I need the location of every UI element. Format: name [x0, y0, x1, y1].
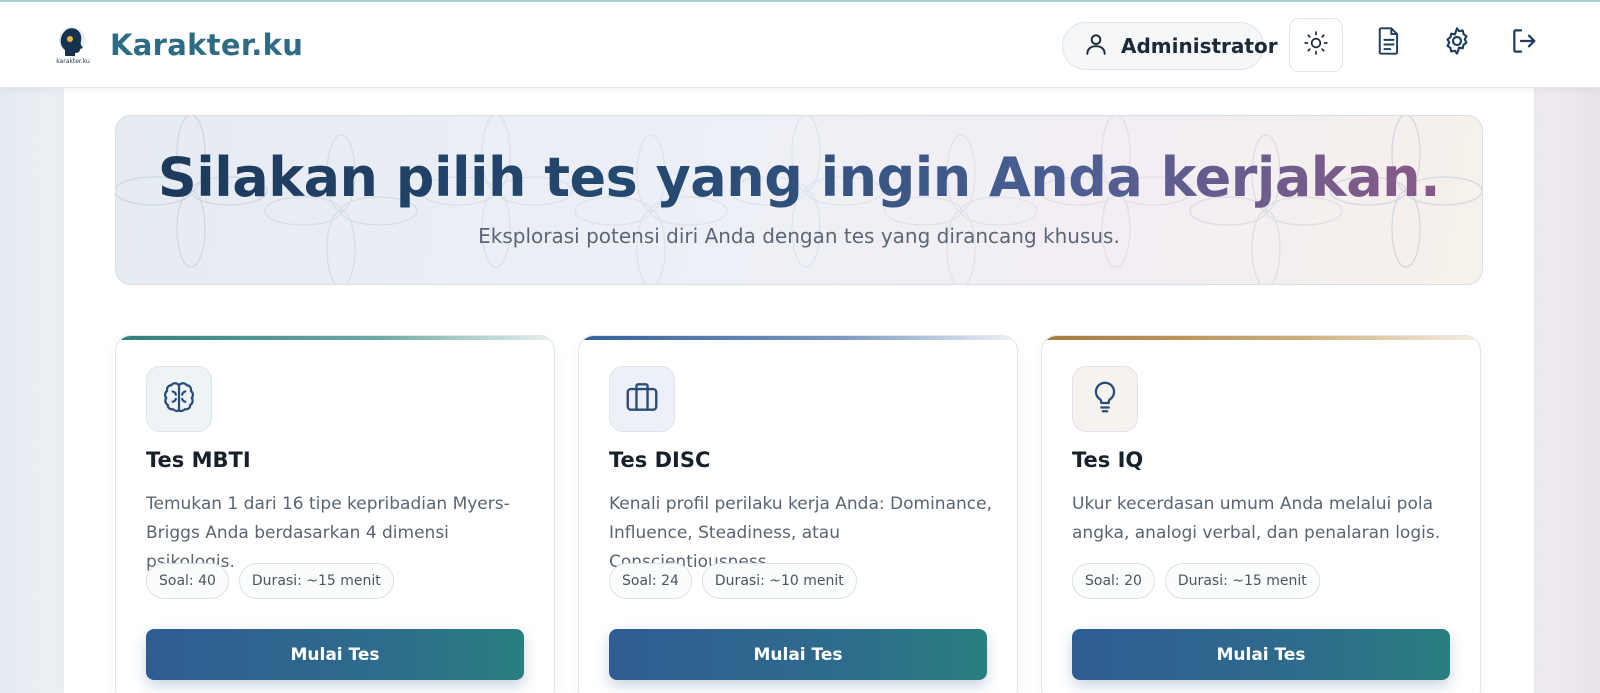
- briefcase-icon: [623, 378, 661, 420]
- settings-button[interactable]: [1440, 26, 1474, 60]
- start-test-button-iq[interactable]: Mulai Tes: [1072, 629, 1450, 680]
- test-card-disc: Tes DISC Kenali profil perilaku kerja An…: [578, 335, 1018, 693]
- card-meta: Soal: 40 Durasi: ~15 menit: [146, 563, 394, 599]
- brain-icon: [160, 378, 198, 420]
- card-title: Tes DISC: [609, 448, 711, 472]
- duration-badge: Durasi: ~10 menit: [701, 563, 857, 599]
- question-count-badge: Soal: 24: [609, 563, 692, 599]
- question-count-badge: Soal: 20: [1072, 563, 1155, 599]
- card-title: Tes IQ: [1072, 448, 1144, 472]
- report-button[interactable]: [1372, 26, 1406, 60]
- logout-icon: [1509, 25, 1541, 61]
- lightbulb-icon: [1087, 378, 1123, 420]
- card-description: Ukur kecerdasan umum Anda melalui pola a…: [1072, 494, 1441, 543]
- gear-icon: [1441, 25, 1473, 61]
- card-title: Tes MBTI: [146, 448, 251, 472]
- sun-icon: [1303, 30, 1329, 60]
- card-accent-bar: [579, 336, 1017, 340]
- duration-badge: Durasi: ~15 menit: [1164, 563, 1320, 599]
- page-subtitle: Eksplorasi potensi diri Anda dengan tes …: [478, 224, 1120, 248]
- card-accent-bar: [1042, 336, 1480, 340]
- question-count-badge: Soal: 40: [146, 563, 229, 599]
- test-card-iq: Tes IQ Ukur kecerdasan umum Anda melalui…: [1041, 335, 1481, 693]
- test-card-mbti: Tes MBTI Temukan 1 dari 16 tipe kepribad…: [115, 335, 555, 693]
- duration-badge: Durasi: ~15 menit: [238, 563, 394, 599]
- card-accent-bar: [116, 336, 554, 340]
- main-content: Silakan pilih tes yang ingin Anda kerjak…: [64, 88, 1534, 693]
- top-navbar: karakter.ku Karakter.ku Administrator: [0, 2, 1600, 88]
- card-icon-box: [609, 366, 675, 432]
- user-name: Administrator: [1121, 34, 1278, 58]
- hero-banner: Silakan pilih tes yang ingin Anda kerjak…: [115, 115, 1483, 285]
- brand[interactable]: karakter.ku Karakter.ku: [52, 24, 303, 66]
- page-title: Silakan pilih tes yang ingin Anda kerjak…: [157, 146, 1441, 209]
- card-icon-box: [1072, 366, 1138, 432]
- logout-button[interactable]: [1508, 26, 1542, 60]
- card-meta: Soal: 20 Durasi: ~15 menit: [1072, 563, 1320, 599]
- card-icon-box: [146, 366, 212, 432]
- document-icon: [1375, 26, 1403, 60]
- card-meta: Soal: 24 Durasi: ~10 menit: [609, 563, 857, 599]
- brand-name: Karakter.ku: [110, 28, 304, 62]
- start-test-button-mbti[interactable]: Mulai Tes: [146, 629, 524, 680]
- theme-toggle-button[interactable]: [1289, 18, 1343, 72]
- logo-caption: karakter.ku: [56, 58, 90, 65]
- user-icon: [1083, 31, 1109, 61]
- logo-icon: karakter.ku: [52, 24, 94, 66]
- user-menu-button[interactable]: Administrator: [1062, 22, 1278, 70]
- start-test-button-disc[interactable]: Mulai Tes: [609, 629, 987, 680]
